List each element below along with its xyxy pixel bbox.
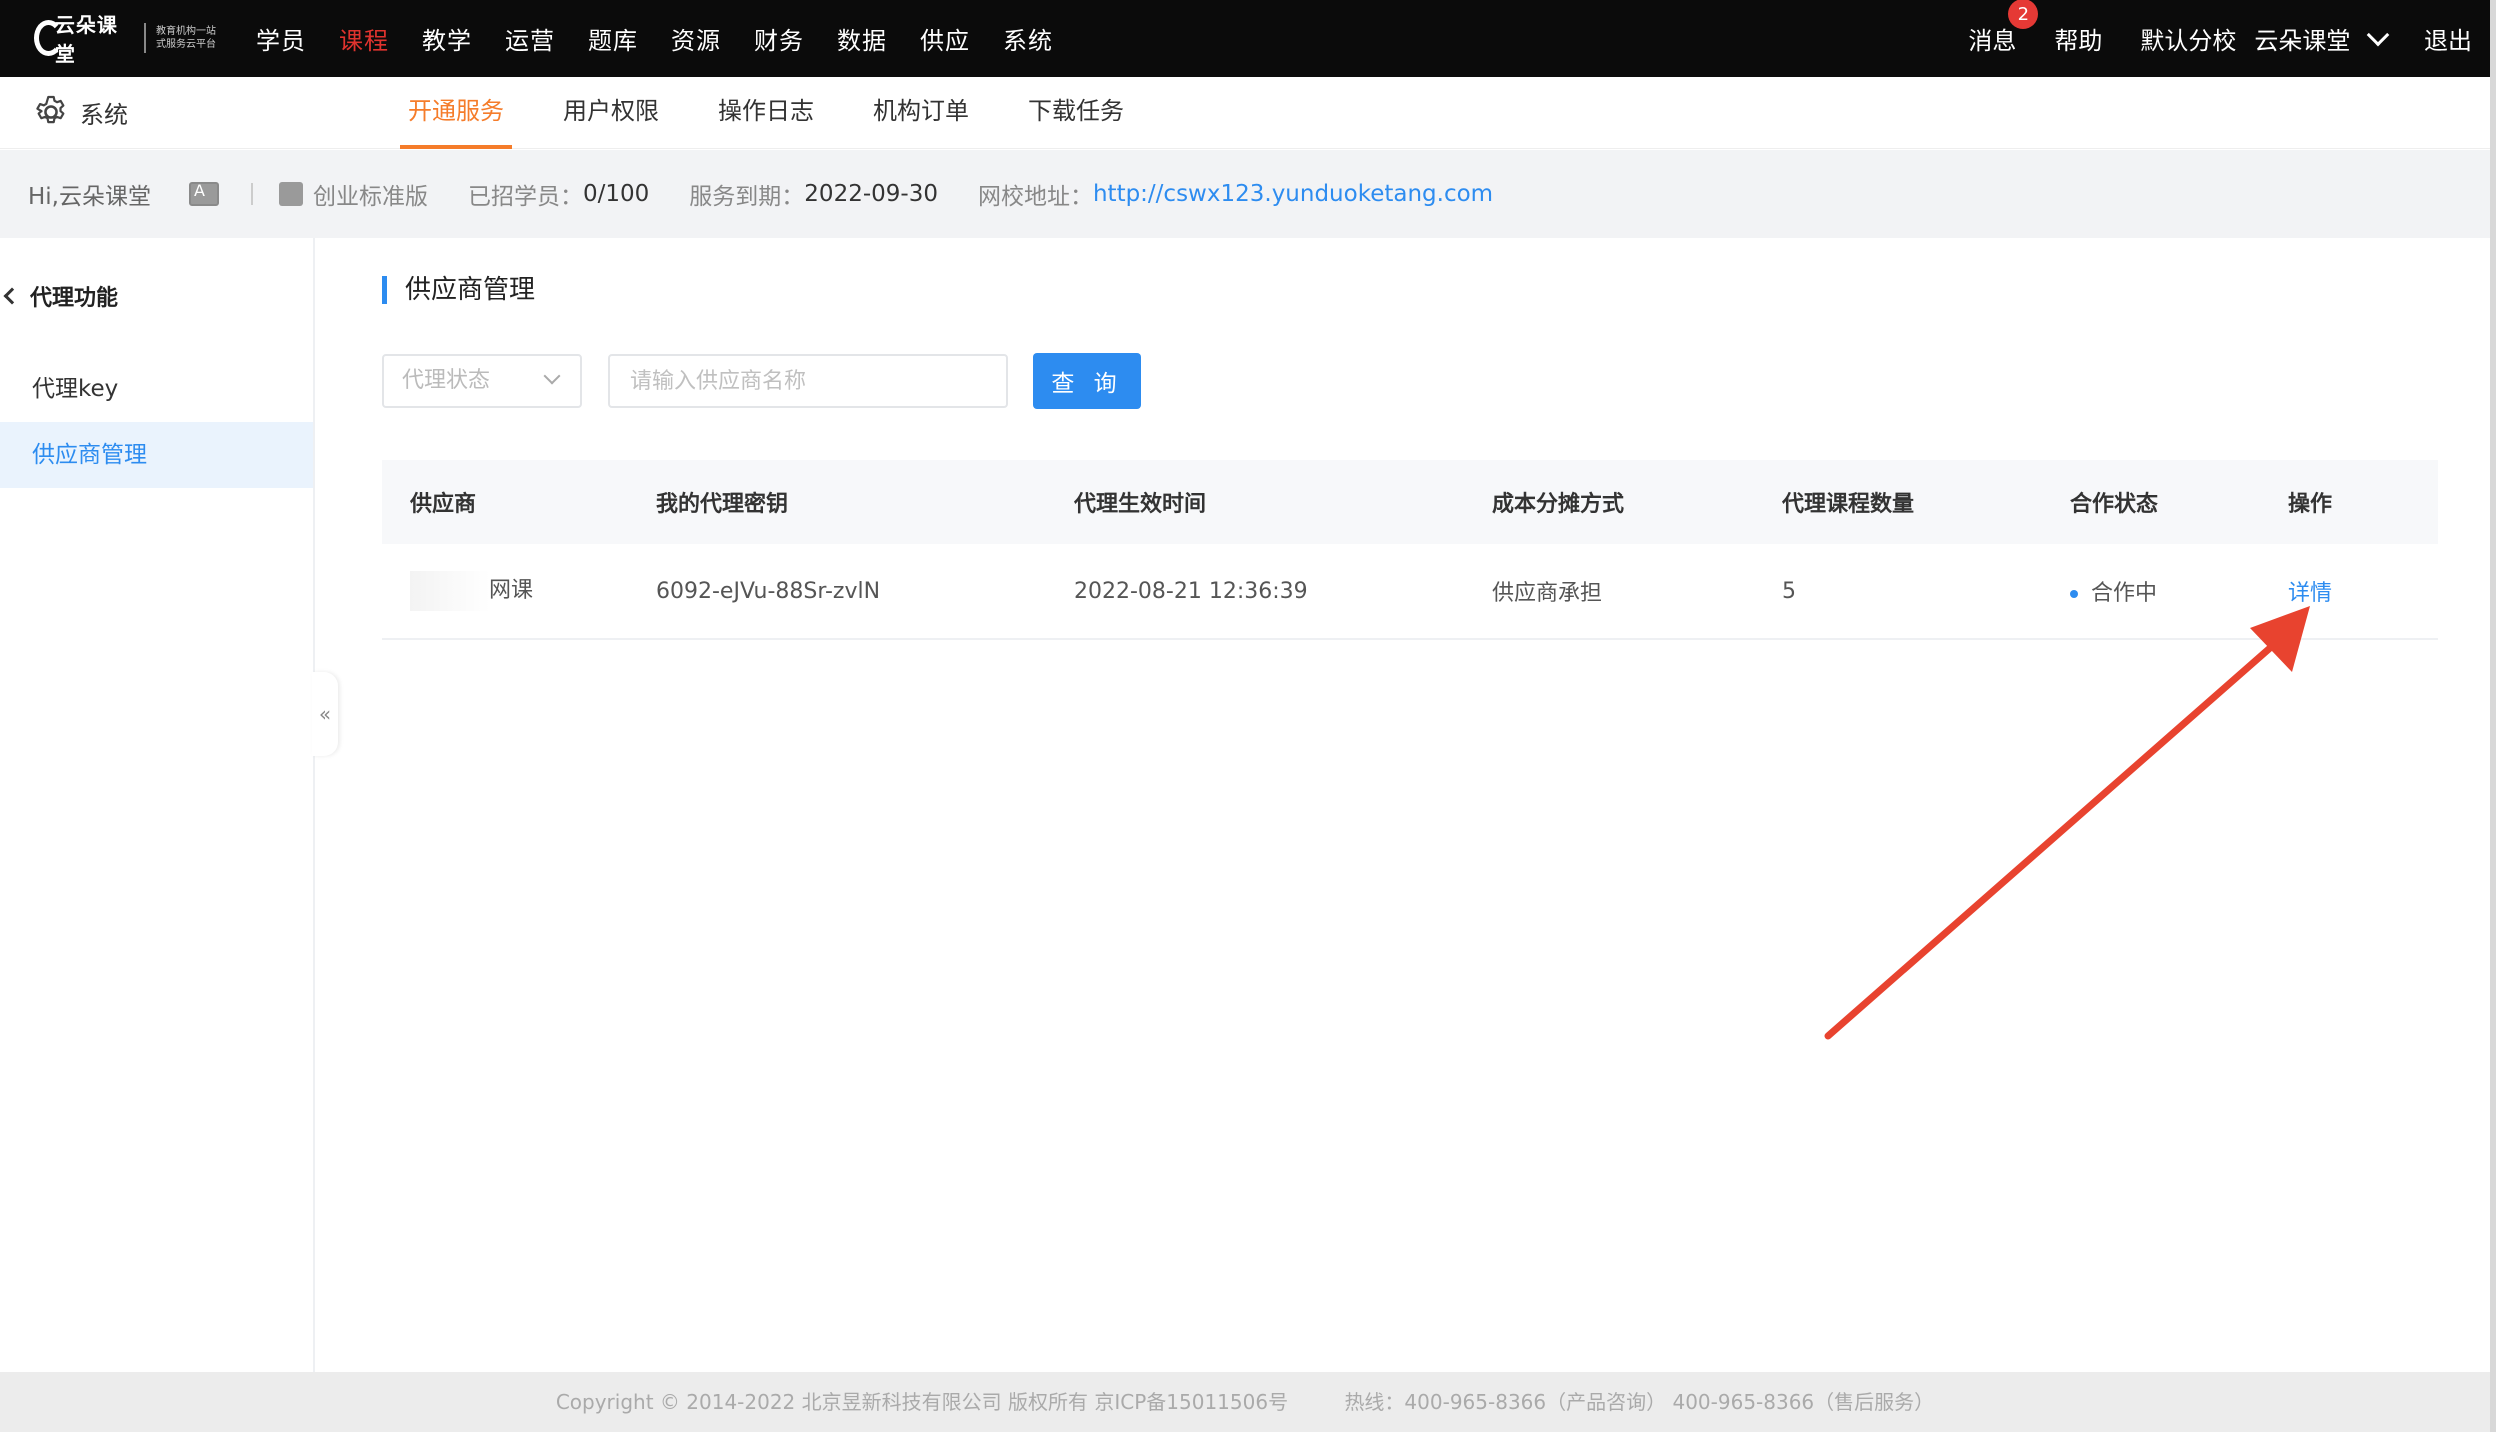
col-header-supplier: 供应商 <box>410 492 477 517</box>
sidebar-collapse-button[interactable]: « <box>312 672 338 756</box>
status-label: 合作中 <box>2091 581 2158 606</box>
query-button[interactable]: 查 询 <box>1033 353 1141 409</box>
messages-link[interactable]: 消息 2 <box>1968 0 2039 56</box>
status-dot-icon <box>2070 590 2078 598</box>
col-header-status: 合作状态 <box>2070 492 2159 517</box>
sub-tabs: 开通服务 用户权限 操作日志 机构订单 下载任务 <box>400 77 1175 149</box>
footer-copyright: Copyright © 2014-2022 北京昱新科技有限公司 版权所有 京I… <box>555 1390 1289 1414</box>
cell-cost-share: 供应商承担 <box>1492 581 1603 606</box>
chevron-down-icon <box>543 367 561 385</box>
nav-item-supply[interactable]: 供应 <box>920 21 970 56</box>
divider <box>251 183 253 205</box>
account-info-bar: Hi,云朵课堂 创业标准版 已招学员： 0/100 服务到期： 2022-09-… <box>0 150 2490 238</box>
nav-item-students[interactable]: 学员 <box>256 21 306 56</box>
nav-item-courses[interactable]: 课程 <box>339 21 389 56</box>
footer: Copyright © 2014-2022 北京昱新科技有限公司 版权所有 京I… <box>0 1372 2490 1432</box>
tab-download-tasks[interactable]: 下载任务 <box>1020 77 1132 149</box>
col-header-effective-time: 代理生效时间 <box>1074 492 1207 517</box>
greeting: Hi,云朵课堂 <box>28 184 151 210</box>
tab-user-permissions[interactable]: 用户权限 <box>555 77 667 149</box>
nav-item-system[interactable]: 系统 <box>1003 21 1053 56</box>
sidebar: 代理功能 代理key 供应商管理 <box>0 238 315 1372</box>
top-navbar: 云朵课堂 教育机构一站式服务云平台 学员 课程 教学 运营 题库 资源 财务 数… <box>0 0 2490 77</box>
expiry-value: 2022-09-30 <box>804 181 938 207</box>
footer-hotline: 热线：400-965-8366（产品咨询） 400-965-8366（售后服务） <box>1344 1390 1935 1414</box>
students-value: 0/100 <box>583 181 650 207</box>
supplier-logo-redacted <box>410 571 490 611</box>
students-label: 已招学员： <box>468 184 583 210</box>
logo[interactable]: 云朵课堂 教育机构一站式服务云平台 <box>34 10 222 66</box>
help-link[interactable]: 帮助 <box>2054 21 2102 56</box>
nav-item-teaching[interactable]: 教学 <box>422 21 472 56</box>
id-card-icon[interactable] <box>189 181 219 206</box>
nav-item-resources[interactable]: 资源 <box>671 21 721 56</box>
account-label: 云朵课堂 <box>2254 27 2351 55</box>
expiry-label: 服务到期： <box>689 184 805 210</box>
messages-badge: 2 <box>2008 0 2039 29</box>
col-header-actions: 操作 <box>2288 492 2333 517</box>
logout-link[interactable]: 退出 <box>2424 21 2472 56</box>
cell-actions: 详情 <box>2288 575 2438 607</box>
sub-navbar: 系统 开通服务 用户权限 操作日志 机构订单 下载任务 <box>0 77 2490 149</box>
sidebar-item-agent-key[interactable]: 代理key <box>0 356 313 422</box>
col-header-course-count: 代理课程数量 <box>1782 492 1915 517</box>
nav-right: 消息 2 帮助 默认分校 云朵课堂 退出 <box>1930 0 2472 77</box>
table-header: 供应商 我的代理密钥 代理生效时间 成本分摊方式 代理课程数量 合作状态 操作 <box>382 460 2438 544</box>
site-label: 网校地址： <box>977 184 1093 210</box>
tab-open-service[interactable]: 开通服务 <box>400 77 512 149</box>
main-nav: 学员 课程 教学 运营 题库 资源 财务 数据 供应 系统 <box>256 0 1086 77</box>
edition-icon <box>279 182 303 206</box>
messages-label: 消息 <box>1968 27 2017 55</box>
logo-divider <box>144 23 146 53</box>
agent-status-select[interactable]: 代理状态 <box>382 354 582 408</box>
nav-item-operations[interactable]: 运营 <box>505 21 555 56</box>
cell-course-count: 5 <box>1782 578 1796 604</box>
tab-org-orders[interactable]: 机构订单 <box>865 77 977 149</box>
logo-text: 云朵课堂 <box>54 13 118 66</box>
chevron-left-icon <box>3 287 21 305</box>
cell-agent-key: 6092-eJVu-88Sr-zvlN <box>656 578 881 604</box>
supplier-search-input[interactable] <box>608 354 1008 408</box>
sidebar-item-supplier-management[interactable]: 供应商管理 <box>0 422 313 488</box>
site-url-link[interactable]: http://cswx123.yunduoketang.com <box>1093 181 1493 207</box>
section-title: 系统 <box>32 93 128 131</box>
nav-item-data[interactable]: 数据 <box>837 21 887 56</box>
logo-subtitle: 教育机构一站式服务云平台 <box>155 26 216 50</box>
nav-item-finance[interactable]: 财务 <box>754 21 804 56</box>
details-link[interactable]: 详情 <box>2288 581 2332 606</box>
cell-effective-time: 2022-08-21 12:36:39 <box>1074 578 1308 604</box>
nav-item-question-bank[interactable]: 题库 <box>588 21 638 56</box>
account-menu[interactable]: 云朵课堂 <box>2254 21 2390 56</box>
sidebar-header[interactable]: 代理功能 <box>3 280 119 312</box>
col-header-cost-share: 成本分摊方式 <box>1492 492 1625 517</box>
window-edge <box>2490 0 2496 1432</box>
chevron-down-icon <box>2366 23 2390 47</box>
supplier-name: 网课 <box>489 578 534 603</box>
page-title: 供应商管理 <box>382 276 535 304</box>
section-label: 系统 <box>80 100 128 129</box>
branch-selector[interactable]: 默认分校 <box>2140 21 2236 56</box>
gear-icon <box>36 95 65 124</box>
sidebar-header-label: 代理功能 <box>30 286 119 311</box>
cell-status: 合作中 <box>2070 575 2288 607</box>
col-header-agent-key: 我的代理密钥 <box>656 492 789 517</box>
tab-operation-log[interactable]: 操作日志 <box>710 77 822 149</box>
agent-status-select-value: 代理状态 <box>402 368 491 393</box>
cell-supplier: 网课 <box>382 571 656 611</box>
table-row: 网课 6092-eJVu-88Sr-zvlN 2022-08-21 12:36:… <box>382 544 2438 640</box>
supplier-table: 供应商 我的代理密钥 代理生效时间 成本分摊方式 代理课程数量 合作状态 操作 … <box>382 460 2438 640</box>
edition-label: 创业标准版 <box>313 184 428 210</box>
